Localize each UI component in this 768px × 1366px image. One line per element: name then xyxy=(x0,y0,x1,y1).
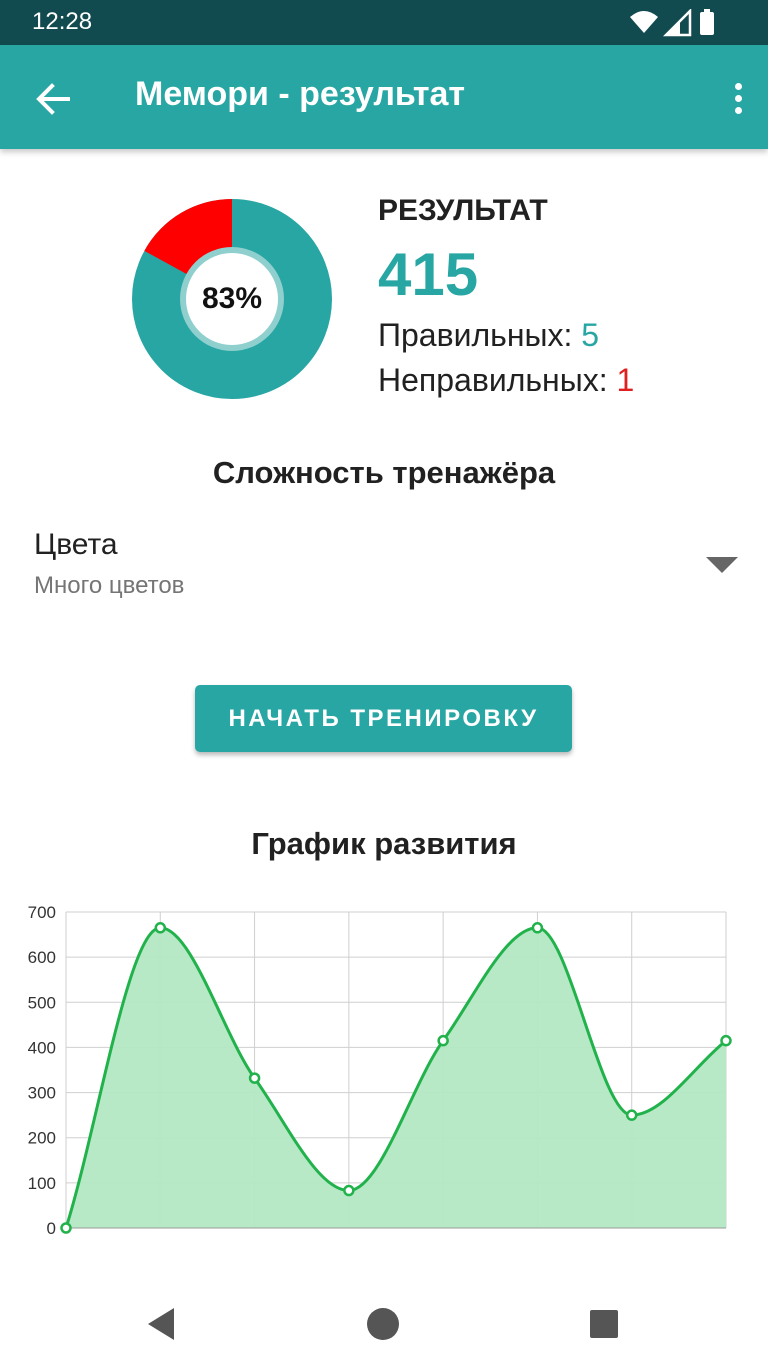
data-point xyxy=(531,922,544,934)
recents-square-icon[interactable] xyxy=(582,1302,626,1346)
status-time: 12:28 xyxy=(32,8,93,35)
data-point xyxy=(720,1034,732,1047)
app-bar: Мемори - результат xyxy=(0,45,768,149)
status-icons xyxy=(630,9,714,37)
result-heading: РЕЗУЛЬТАТ xyxy=(378,194,548,227)
home-circle-icon[interactable] xyxy=(361,1302,405,1346)
correct-label: Правильных: xyxy=(378,317,573,353)
y-tick-label: 300 xyxy=(28,1084,56,1103)
arrow-left-icon[interactable] xyxy=(28,75,76,123)
wrong-value: 1 xyxy=(616,362,635,398)
donut-percent-label: 83% xyxy=(201,282,263,315)
data-point xyxy=(154,922,167,934)
correct-count-line: Правильных: 5 xyxy=(378,317,599,354)
chart-title: График развития xyxy=(251,826,517,861)
y-tick-label: 700 xyxy=(28,903,56,922)
data-point xyxy=(60,1222,72,1234)
more-vert-icon[interactable] xyxy=(730,75,750,123)
wifi-icon xyxy=(630,11,658,33)
y-tick-label: 100 xyxy=(28,1174,56,1193)
data-point xyxy=(343,1184,355,1197)
page-title: Мемори - результат xyxy=(135,75,466,113)
back-triangle-icon[interactable] xyxy=(140,1302,184,1346)
result-score: 415 xyxy=(378,241,479,308)
wrong-label: Неправильных: xyxy=(378,362,608,398)
data-point xyxy=(437,1034,449,1047)
y-tick-label: 400 xyxy=(28,1038,56,1057)
dropdown-arrow-icon[interactable] xyxy=(706,557,738,575)
y-tick-label: 200 xyxy=(28,1129,56,1148)
y-tick-label: 600 xyxy=(28,948,56,967)
y-tick-label: 0 xyxy=(47,1219,56,1238)
battery-icon xyxy=(700,9,714,35)
status-bar: 12:28 xyxy=(0,0,768,45)
progress-chart: 0 100 200 300 400 500 600 700 xyxy=(28,903,732,1238)
wrong-count-line: Неправильных: 1 xyxy=(378,362,634,399)
start-training-button[interactable]: НАЧАТЬ ТРЕНИРОВКУ xyxy=(195,685,572,752)
y-tick-label: 500 xyxy=(28,993,56,1012)
spinner-value: Много цветов xyxy=(34,572,185,599)
navigation-bar xyxy=(0,1280,768,1366)
difficulty-spinner[interactable]: Цвета Много цветов xyxy=(0,520,768,610)
correct-value: 5 xyxy=(581,317,600,353)
spinner-label: Цвета xyxy=(34,528,118,561)
signal-icon xyxy=(662,9,692,37)
data-point xyxy=(625,1109,638,1121)
series-area xyxy=(66,927,726,1228)
data-point xyxy=(248,1072,261,1084)
difficulty-title: Сложность тренажёра xyxy=(212,455,556,490)
